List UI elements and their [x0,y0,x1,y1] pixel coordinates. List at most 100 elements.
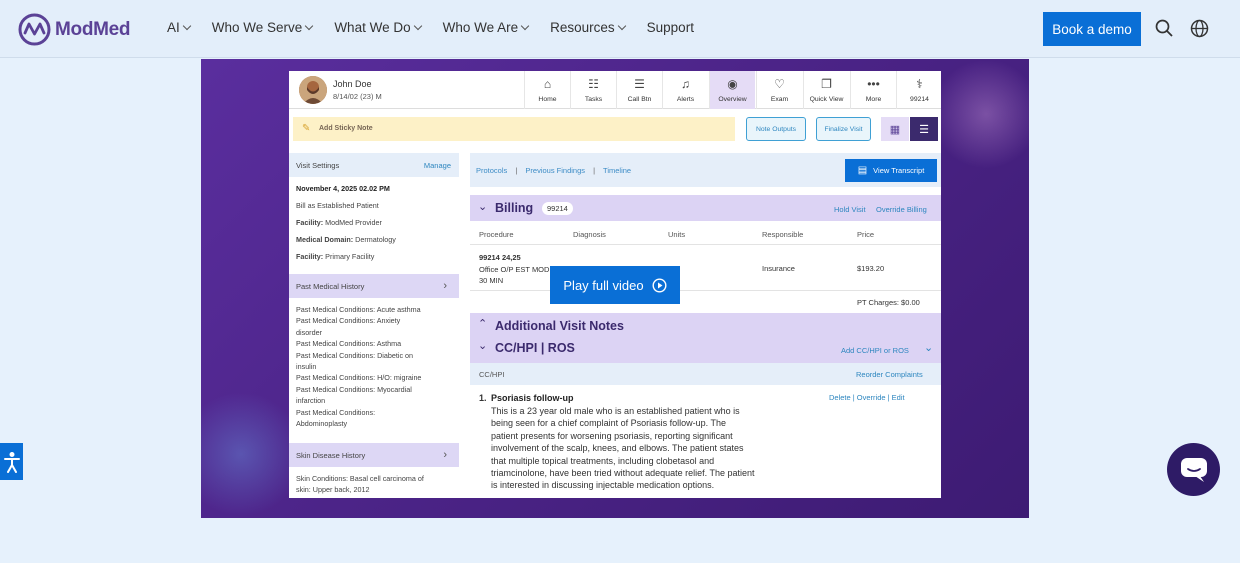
add-cchpi-link[interactable]: Add CC/HPI or ROS [841,346,909,355]
narrative-line: being seen for a chief complaint of Psor… [491,418,726,429]
field-label: Facility: [296,252,324,261]
stethoscope-icon: ♡ [774,77,785,91]
play-full-video-button[interactable]: Play full video [550,266,680,304]
menu-support[interactable]: Support [647,20,694,35]
complaint-narrative: This is a 23 year old male who is an est… [491,405,821,492]
add-sticky-note[interactable]: ✎ Add Sticky Note [293,117,735,141]
home-icon: ⌂ [543,77,552,91]
override-billing-link[interactable]: Override Billing [876,205,927,214]
accessibility-icon [3,451,20,473]
menu-ai[interactable]: AI [167,20,192,35]
chevron-up-icon[interactable]: ⌃ [478,317,487,330]
visit-facility-secondary: Facility: Primary Facility [296,251,454,262]
chevron-down-icon[interactable]: ⌄ [924,341,933,354]
field-value: Primary Facility [325,252,375,261]
chevron-right-icon: › [443,449,447,461]
field-label: Facility: [296,218,324,227]
complaint-actions[interactable]: Delete | Override | Edit [829,393,905,402]
accessibility-button[interactable] [0,443,23,480]
cchpi-subheader: CC/HPI Reorder Complaints [470,363,941,385]
visit-medical-domain: Medical Domain: Dermatology [296,234,454,245]
toolbar-billing-code[interactable]: ⚕ 99214 [896,71,941,109]
toolbar-call-btn[interactable]: ☰ Call Btn [616,71,662,109]
finalize-visit-button[interactable]: Finalize Visit [816,117,871,141]
note-outputs-button[interactable]: Note Outputs [746,117,806,141]
toolbar-more[interactable]: ••• More [850,71,896,109]
book-demo-button[interactable]: Book a demo [1043,12,1141,46]
chevron-down-icon [413,21,422,30]
section-title: Visit Settings [296,161,340,170]
play-icon [652,277,667,293]
patient-avatar [299,76,327,104]
modmed-logo[interactable]: ModMed [18,13,131,46]
timeline-link[interactable]: Timeline [603,166,631,175]
toolbar-overview[interactable]: ◉ Overview [709,71,755,109]
chevron-down-icon [182,21,192,30]
top-navigation: ModMed AI Who We Serve What We Do Who We… [0,0,1240,58]
column-header: Units [668,230,686,239]
chevron-down-icon [617,21,626,30]
menu-resources[interactable]: Resources [550,20,626,35]
toolbar-home[interactable]: ⌂ Home [524,71,570,109]
toolbar-label: Alerts [676,96,695,103]
copy-icon: ❐ [821,77,832,91]
past-medical-history-list: Past Medical Conditions: Acute asthma Pa… [296,304,454,429]
video-stage[interactable]: John Doe 8/14/02 (23) M ⌂ Home ☷ Tasks ☰ Ca… [201,59,1029,518]
section-title: Skin Disease History [296,451,366,460]
visit-date: November 4, 2025 02.02 PM [296,184,390,193]
protocols-link[interactable]: Protocols [476,166,507,175]
visit-facility: Facility: ModMed Provider [296,217,454,228]
sticky-label: Add Sticky Note [319,125,373,132]
menu-label: Resources [550,20,615,35]
toolbar-exam[interactable]: ♡ Exam [756,71,802,109]
history-line: Past Medical Conditions: Diabetic on [296,350,414,360]
grid-view-button[interactable]: ▦ [881,117,909,141]
toolbar-tasks[interactable]: ☷ Tasks [570,71,616,109]
view-transcript-button[interactable]: ▤ View Transcript [845,159,937,182]
chevron-down-icon [305,21,314,30]
hold-visit-link[interactable]: Hold Visit [834,205,866,214]
billing-title: Billing [495,201,534,215]
reorder-complaints-link[interactable]: Reorder Complaints [856,370,923,379]
patient-dob: 8/14/02 (23) M [333,92,382,101]
billing-header[interactable]: ⌄ Billing 99214 Hold Visit Override Bill… [470,195,941,221]
globe-icon[interactable] [1190,19,1209,38]
patient-name: John Doe [333,79,372,89]
list-icon: ☰ [919,123,929,136]
more-dots-icon: ••• [867,77,880,91]
toolbar-label: Home [538,96,557,103]
chat-bubble-icon [1180,457,1207,482]
list-view-button[interactable]: ☰ [910,117,938,141]
chevron-down-icon[interactable]: ⌄ [478,339,487,352]
visit-bill-type: Bill as Established Patient [296,201,379,210]
decorative-sparkles [931,59,1029,169]
skin-disease-history-header[interactable]: Skin Disease History › [289,443,459,467]
toolbar-label: Overview [718,96,747,103]
toolbar-alerts[interactable]: ♫ Alerts [662,71,708,109]
pt-charges: PT Charges: $0.00 [857,298,920,307]
history-line: skin: Upper back, 2012 [296,485,370,495]
history-line: disorder [296,327,322,337]
menu-label: AI [167,20,180,35]
billing-code-badge: 99214 [542,202,573,215]
menu-who-we-are[interactable]: Who We Are [443,20,530,35]
main-panel: Protocols | Previous Findings | Timeline… [470,153,941,498]
history-line: Past Medical Conditions: Anxiety [296,316,401,326]
patient-header: John Doe 8/14/02 (23) M ⌂ Home ☷ Tasks ☰ Ca… [289,71,941,109]
section-title: Past Medical History [296,282,365,291]
search-icon[interactable] [1155,19,1173,37]
tasks-icon: ☷ [588,77,599,91]
toolbar-quick-view[interactable]: ❐ Quick View [803,71,849,109]
previous-findings-link[interactable]: Previous Findings [525,166,585,175]
play-label: Play full video [563,277,644,293]
chat-button[interactable] [1167,443,1220,496]
past-medical-history-header[interactable]: Past Medical History › [289,274,459,298]
skin-disease-history-list: Skin Conditions: Basal cell carcinoma of… [296,473,454,496]
grid-icon: ▦ [889,123,901,136]
manage-link[interactable]: Manage [424,161,451,170]
menu-who-we-serve[interactable]: Who We Serve [212,20,314,35]
price: $193.20 [857,264,885,273]
divider [470,244,941,245]
menu-what-we-do[interactable]: What We Do [334,20,422,35]
column-header: Diagnosis [573,230,606,239]
